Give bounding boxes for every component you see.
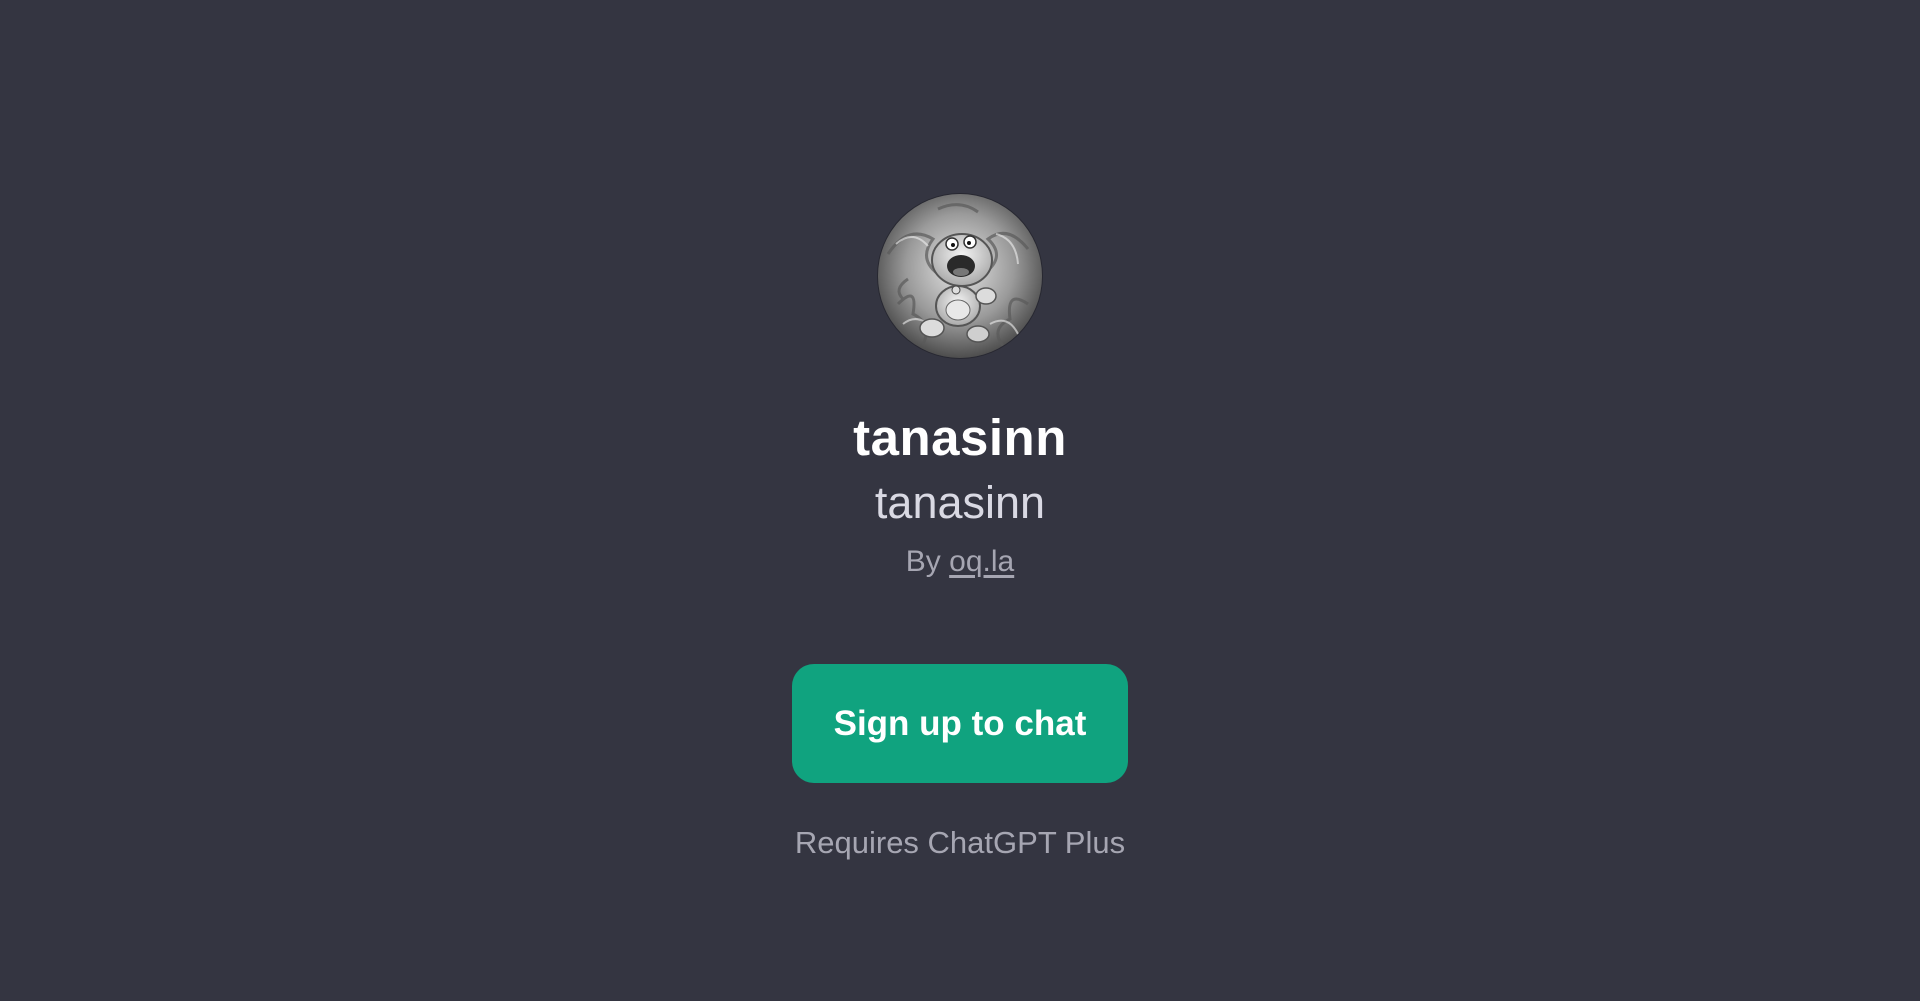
gpt-landing-page: tanasinn tanasinn By oq.la Sign up to ch… — [0, 0, 1920, 1001]
gpt-profile-card: tanasinn tanasinn By oq.la Sign up to ch… — [0, 0, 1920, 863]
signup-to-chat-button[interactable]: Sign up to chat — [792, 664, 1128, 783]
gpt-avatar — [878, 194, 1042, 358]
plan-requirement-note: Requires ChatGPT Plus — [794, 825, 1126, 860]
swirling-creature-portrait-icon — [878, 194, 1042, 358]
gpt-title: tanasinn — [853, 409, 1067, 466]
gpt-description: tanasinn — [874, 477, 1046, 528]
author-link[interactable]: oq.la — [949, 545, 1014, 578]
byline-prefix: By — [905, 545, 941, 578]
author-byline: By oq.la — [906, 542, 1014, 582]
